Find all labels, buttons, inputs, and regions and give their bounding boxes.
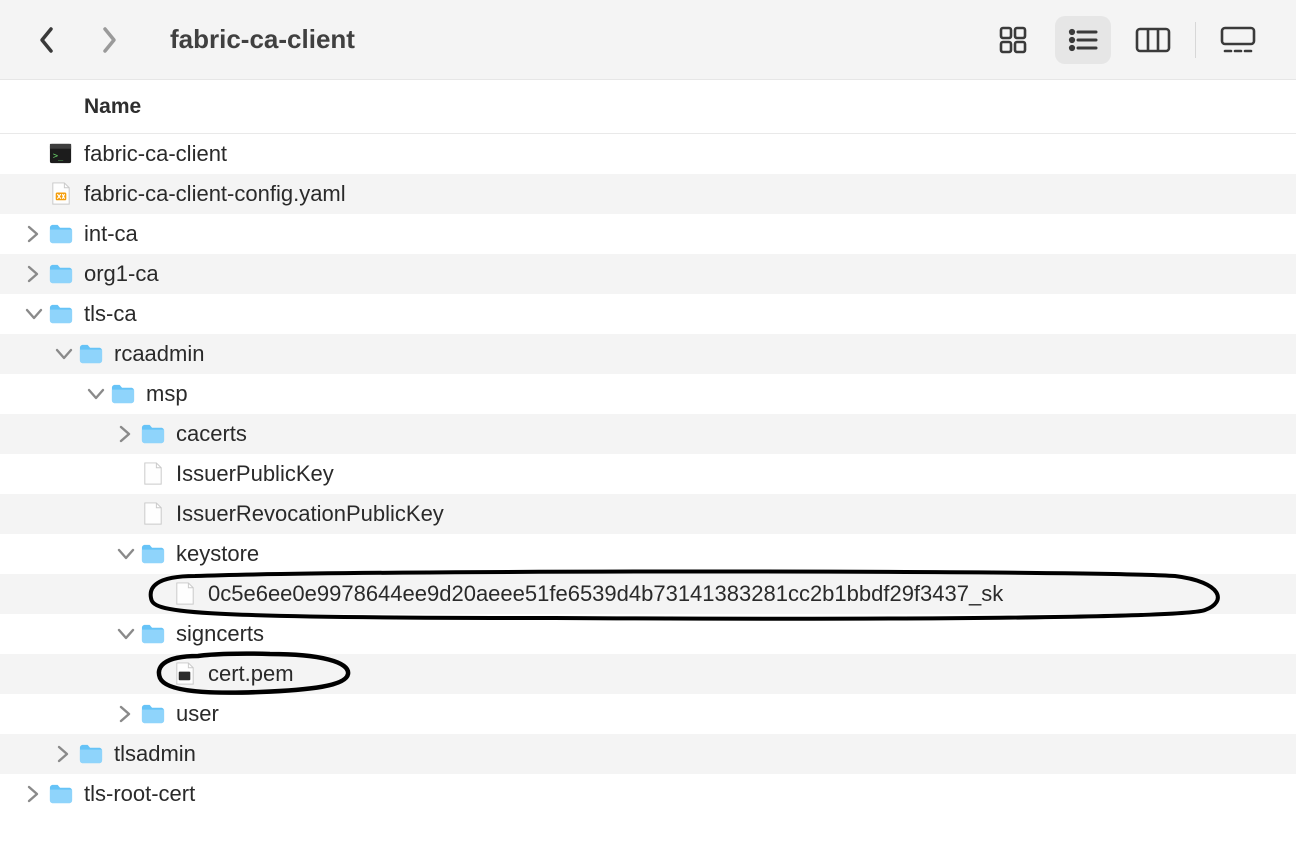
file-name: fabric-ca-client [84, 141, 227, 167]
disclosure-closed-icon[interactable] [20, 265, 48, 283]
file-icon [172, 581, 198, 607]
toolbar: fabric-ca-client [0, 0, 1296, 80]
file-name: cacerts [176, 421, 247, 447]
file-row[interactable]: IssuerRevocationPublicKey [0, 494, 1296, 534]
file-name: tlsadmin [114, 741, 196, 767]
file-row[interactable]: rcaadmin [0, 334, 1296, 374]
view-icons-button[interactable] [985, 16, 1041, 64]
file-row[interactable]: tls-ca [0, 294, 1296, 334]
disclosure-open-icon[interactable] [112, 625, 140, 643]
file-name: IssuerRevocationPublicKey [176, 501, 444, 527]
column-name: Name [84, 95, 141, 119]
disclosure-open-icon[interactable] [20, 305, 48, 323]
disclosure-open-icon[interactable] [50, 345, 78, 363]
file-row[interactable]: IssuerPublicKey [0, 454, 1296, 494]
yaml-file-icon [48, 181, 74, 207]
grid-icon [997, 24, 1029, 56]
file-icon [140, 501, 166, 527]
back-button[interactable] [30, 23, 64, 57]
column-header[interactable]: Name [0, 80, 1296, 134]
folder-icon [78, 341, 104, 367]
folder-icon [78, 741, 104, 767]
file-row[interactable]: tlsadmin [0, 734, 1296, 774]
file-name: cert.pem [208, 661, 294, 687]
folder-icon [140, 541, 166, 567]
chevron-left-icon [38, 26, 56, 54]
folder-icon [48, 781, 74, 807]
folder-icon [140, 621, 166, 647]
view-list-button[interactable] [1055, 16, 1111, 64]
window-title: fabric-ca-client [170, 24, 355, 55]
folder-icon [110, 381, 136, 407]
file-row[interactable]: msp [0, 374, 1296, 414]
folder-icon [140, 701, 166, 727]
file-icon [140, 461, 166, 487]
disclosure-closed-icon[interactable] [20, 225, 48, 243]
cert-file-icon [172, 661, 198, 687]
disclosure-closed-icon[interactable] [50, 745, 78, 763]
file-name: fabric-ca-client-config.yaml [84, 181, 346, 207]
columns-icon [1134, 26, 1172, 54]
disclosure-closed-icon[interactable] [112, 705, 140, 723]
file-name: tls-ca [84, 301, 137, 327]
list-icon [1066, 24, 1100, 56]
file-row[interactable]: keystore [0, 534, 1296, 574]
view-columns-button[interactable] [1125, 16, 1181, 64]
file-row[interactable]: user [0, 694, 1296, 734]
file-name: signcerts [176, 621, 264, 647]
disclosure-open-icon[interactable] [82, 385, 110, 403]
folder-icon [48, 301, 74, 327]
file-row[interactable]: int-ca [0, 214, 1296, 254]
file-row[interactable]: 0c5e6ee0e9978644ee9d20aeee51fe6539d4b731… [0, 574, 1296, 614]
file-row[interactable]: cert.pem [0, 654, 1296, 694]
file-row[interactable]: fabric-ca-client-config.yaml [0, 174, 1296, 214]
forward-button[interactable] [92, 23, 126, 57]
file-row[interactable]: cacerts [0, 414, 1296, 454]
file-name: 0c5e6ee0e9978644ee9d20aeee51fe6539d4b731… [208, 581, 1003, 607]
disclosure-closed-icon[interactable] [112, 425, 140, 443]
toolbar-separator [1195, 22, 1196, 58]
folder-icon [48, 221, 74, 247]
file-name: tls-root-cert [84, 781, 195, 807]
disclosure-closed-icon[interactable] [20, 785, 48, 803]
disclosure-open-icon[interactable] [112, 545, 140, 563]
chevron-right-icon [100, 26, 118, 54]
file-name: user [176, 701, 219, 727]
file-row[interactable]: signcerts [0, 614, 1296, 654]
file-row[interactable]: org1-ca [0, 254, 1296, 294]
file-name: rcaadmin [114, 341, 204, 367]
file-name: IssuerPublicKey [176, 461, 334, 487]
file-name: int-ca [84, 221, 138, 247]
file-name: keystore [176, 541, 259, 567]
exec-icon [48, 141, 74, 167]
file-list: fabric-ca-client fabric-ca-client-config.… [0, 134, 1296, 814]
gallery-icon [1219, 26, 1257, 54]
file-row[interactable]: fabric-ca-client [0, 134, 1296, 174]
folder-icon [48, 261, 74, 287]
view-gallery-button[interactable] [1210, 16, 1266, 64]
file-row[interactable]: tls-root-cert [0, 774, 1296, 814]
file-name: msp [146, 381, 188, 407]
file-name: org1-ca [84, 261, 159, 287]
folder-icon [140, 421, 166, 447]
